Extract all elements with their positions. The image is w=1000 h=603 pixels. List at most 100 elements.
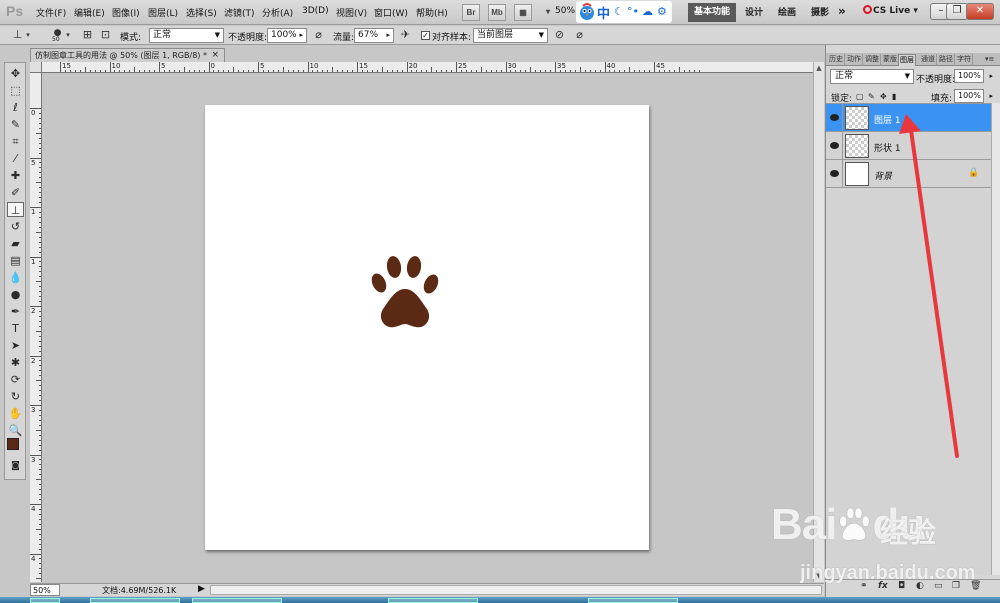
lasso-tool-icon[interactable]: ℓ — [7, 100, 24, 115]
ime-language-indicator[interactable]: 中 — [597, 3, 610, 22]
document-close-icon[interactable]: × — [211, 49, 219, 62]
ignore-adjustment-layers-icon[interactable]: ⊘ — [552, 28, 567, 43]
workspace-design-button[interactable]: 设计 — [745, 5, 763, 18]
zoom-level-display[interactable]: 50% — [555, 6, 575, 16]
workspace-basic-button[interactable]: 基本功能 — [688, 3, 736, 22]
menu-file[interactable]: 文件(F) — [36, 6, 66, 19]
canvas-area[interactable] — [42, 73, 813, 582]
scroll-up-icon[interactable]: ▲ — [815, 64, 823, 72]
taskbar-item[interactable] — [30, 598, 60, 603]
blur-tool-icon[interactable]: 💧 — [7, 270, 24, 285]
tab-history[interactable]: 历史 — [828, 54, 845, 66]
ime-settings-icon[interactable]: ⚙ — [657, 5, 667, 18]
pressure-size-icon[interactable]: ⌀ — [572, 28, 587, 43]
layer-opacity-field[interactable]: 100% ▸ — [954, 69, 993, 83]
layers-scrollbar[interactable] — [991, 103, 1000, 575]
menu-layer[interactable]: 图层(L) — [148, 6, 178, 19]
menu-view[interactable]: 视图(V) — [336, 6, 367, 19]
lock-position-icon[interactable]: ✥ — [880, 92, 887, 101]
3d-rotate-tool-icon[interactable]: ⟳ — [7, 372, 24, 387]
mode-select[interactable]: 正常 ▼ — [149, 28, 224, 43]
vertical-ruler[interactable]: 0 5 1 1 2 2 3 3 4 4 — [30, 73, 42, 582]
tab-adjustments[interactable]: 调整 — [864, 54, 881, 66]
taskbar-item[interactable] — [388, 598, 478, 603]
lock-image-icon[interactable]: ✎ — [868, 92, 875, 101]
layer-row-background[interactable]: 背景 🔒 — [826, 160, 991, 188]
menu-3d[interactable]: 3D(D) — [302, 6, 329, 16]
layer-row-layer1[interactable]: 图层 1 — [826, 104, 991, 132]
lock-transparent-icon[interactable]: ▢ — [856, 92, 864, 101]
status-zoom-field[interactable]: 50% — [30, 584, 60, 596]
pen-tool-icon[interactable]: ✒ — [7, 304, 24, 319]
workspace-photo-button[interactable]: 摄影 — [811, 5, 829, 18]
tab-layers[interactable]: 图层 — [898, 54, 916, 66]
tab-actions[interactable]: 动作 — [846, 54, 863, 66]
taskbar-item[interactable] — [192, 598, 282, 603]
cs-live-button[interactable]: CS Live ▾ — [863, 5, 918, 16]
layer-visibility-toggle[interactable] — [826, 104, 843, 132]
taskbar-item[interactable] — [588, 598, 678, 603]
bridge-button[interactable]: Br — [462, 4, 480, 21]
layer-opacity-slider-icon[interactable]: ▸ — [989, 70, 993, 82]
lock-all-icon[interactable]: ▮ — [892, 92, 896, 101]
workspace-paint-button[interactable]: 绘画 — [778, 5, 796, 18]
taskbar-item[interactable] — [90, 598, 180, 603]
brush-panel-icon[interactable]: ⊞ — [80, 28, 95, 43]
workspace-more-button[interactable]: » — [838, 4, 846, 18]
status-menu-arrow-icon[interactable]: ▶ — [198, 584, 205, 594]
menu-window[interactable]: 窗口(W) — [374, 6, 408, 19]
type-tool-icon[interactable]: T — [7, 321, 24, 336]
layer-blend-mode-select[interactable]: 正常 ▼ — [830, 69, 914, 84]
menu-select[interactable]: 选择(S) — [186, 6, 217, 19]
clone-stamp-tool-icon[interactable]: ⊥ — [7, 202, 24, 217]
3d-orbit-tool-icon[interactable]: ↻ — [7, 389, 24, 404]
eraser-tool-icon[interactable]: ▰ — [7, 236, 24, 251]
clone-stamp-tool-preset-icon[interactable]: ⊥ — [10, 28, 25, 43]
healing-brush-tool-icon[interactable]: ✚ — [7, 168, 24, 183]
ime-moon-icon[interactable]: ☾ — [614, 5, 624, 18]
dodge-tool-icon[interactable]: ● — [7, 287, 24, 302]
zoom-tool-icon[interactable]: 🔍 — [7, 423, 24, 438]
ime-toolbar[interactable]: 中 ☾ °• ☁ ⚙ — [576, 1, 672, 23]
view-extras-dropdown-icon[interactable]: ▾ — [542, 4, 554, 21]
hand-tool-icon[interactable]: ✋ — [7, 406, 24, 421]
horizontal-ruler[interactable]: 15 10 5 0 5 10 15 20 25 30 35 40 45 — [42, 62, 813, 73]
tool-preset-dropdown-icon[interactable]: ▾ — [24, 28, 32, 43]
menu-edit[interactable]: 编辑(E) — [74, 6, 105, 19]
menu-help[interactable]: 帮助(H) — [416, 6, 448, 19]
ime-skin-icon[interactable]: ☁ — [642, 5, 653, 18]
path-selection-tool-icon[interactable]: ➤ — [7, 338, 24, 353]
opacity-field[interactable]: 100% ▸ — [267, 28, 307, 43]
document-tab[interactable]: 仿制图章工具的用法 @ 50% (图层 1, RGB/8) * × — [30, 48, 225, 62]
brush-tool-icon[interactable]: ✐ — [7, 185, 24, 200]
layer-visibility-toggle[interactable] — [826, 160, 843, 188]
shape-tool-icon[interactable]: ✱ — [7, 355, 24, 370]
panel-menu-icon[interactable]: ▾≡ — [984, 54, 995, 66]
sample-select[interactable]: 当前图层 ▼ — [473, 28, 548, 43]
tab-masks[interactable]: 蒙版 — [882, 54, 899, 66]
tab-paths[interactable]: 路径 — [938, 54, 955, 66]
layer-visibility-toggle[interactable] — [826, 132, 843, 160]
ruler-origin[interactable] — [30, 62, 42, 73]
quick-mask-icon[interactable]: ◙ — [7, 459, 24, 474]
eyedropper-tool-icon[interactable]: ⁄ — [7, 151, 24, 166]
align-checkbox[interactable]: ✓ — [421, 31, 430, 40]
canvas-horizontal-scrollbar[interactable] — [210, 585, 822, 595]
fill-field[interactable]: 100% ▸ — [954, 89, 993, 103]
history-brush-tool-icon[interactable]: ↺ — [7, 219, 24, 234]
tab-character[interactable]: 字符 — [956, 54, 973, 66]
crop-tool-icon[interactable]: ⌗ — [7, 134, 24, 149]
layer-row-shape1[interactable]: 形状 1 — [826, 132, 991, 160]
move-tool-icon[interactable]: ✥ — [7, 66, 24, 81]
mini-bridge-button[interactable]: Mb — [488, 4, 506, 21]
quick-selection-tool-icon[interactable]: ✎ — [7, 117, 24, 132]
clone-source-panel-icon[interactable]: ⊡ — [98, 28, 113, 43]
close-window-button[interactable]: ✕ — [966, 3, 994, 20]
airbrush-icon[interactable]: ✈ — [398, 28, 413, 43]
document-canvas[interactable] — [205, 105, 649, 550]
menu-analysis[interactable]: 分析(A) — [262, 6, 293, 19]
foreground-color-swatch[interactable] — [7, 438, 19, 450]
tab-channels[interactable]: 通道 — [920, 54, 937, 66]
pressure-opacity-icon[interactable]: ⌀ — [311, 28, 326, 43]
restore-button[interactable]: ❐ — [946, 3, 968, 20]
